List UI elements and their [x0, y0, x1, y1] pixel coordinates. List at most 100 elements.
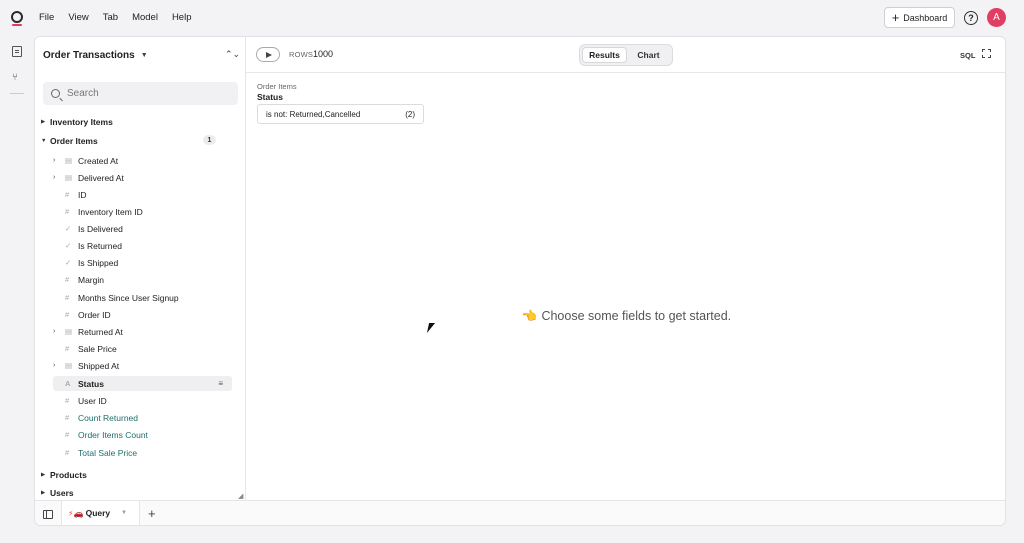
caret-down-icon: ▼ — [41, 138, 47, 144]
status-filter-pill[interactable]: is not: Returned,Cancelled (2) — [257, 104, 424, 124]
row-limit-value[interactable]: 1000 — [313, 49, 333, 59]
fullscreen-icon[interactable] — [982, 49, 991, 58]
field-status[interactable]: A Status ≡ — [53, 376, 232, 391]
number-icon: # — [65, 413, 70, 422]
field-label: Inventory Item ID — [78, 206, 143, 217]
filter-icon[interactable]: ≡ — [218, 379, 223, 388]
tab-chart[interactable]: Chart — [627, 47, 670, 63]
field-is-shipped[interactable]: ✓ Is Shipped — [53, 255, 233, 270]
dashboard-label: Dashboard — [903, 12, 948, 23]
explore-selector[interactable]: Order Transactions ▼ — [43, 50, 148, 61]
chevron-right-icon[interactable]: › — [53, 328, 65, 335]
field-search — [43, 82, 238, 105]
number-icon: # — [65, 190, 70, 199]
field-user-id[interactable]: # User ID — [53, 393, 233, 408]
view-users[interactable]: ▶ Users — [41, 486, 216, 500]
view-products[interactable]: ▶ Products — [41, 468, 216, 482]
field-label: Status — [78, 378, 104, 389]
plus-icon: + — [891, 9, 900, 25]
rail-divider — [10, 93, 24, 94]
field-label: Total Sale Price — [78, 447, 138, 458]
resize-handle[interactable]: ◢ — [238, 492, 243, 500]
play-icon — [265, 51, 272, 58]
chevron-right-icon[interactable]: › — [53, 362, 65, 369]
field-months-since-user-signup[interactable]: # Months Since User Signup — [53, 290, 233, 305]
chevron-down-icon[interactable]: ▼ — [121, 510, 127, 516]
field-delivered-at[interactable]: › ▤ Delivered At — [53, 170, 233, 185]
string-icon: A — [65, 379, 71, 388]
field-is-delivered[interactable]: ✓ Is Delivered — [53, 221, 233, 236]
help-icon[interactable]: ? — [964, 11, 978, 25]
menu-model[interactable]: Model — [132, 12, 158, 23]
field-label: Created At — [78, 155, 119, 166]
file-icon[interactable] — [12, 46, 22, 57]
field-id[interactable]: # ID — [53, 187, 233, 202]
field-label: Order Items Count — [78, 429, 148, 440]
filter-field-name: Status — [257, 92, 283, 102]
view-label: Inventory Items — [50, 117, 113, 127]
menu-file[interactable]: File — [39, 12, 54, 23]
field-label: Is Shipped — [78, 257, 119, 268]
measure-count-returned[interactable]: # Count Returned — [53, 410, 233, 425]
filter-view-name: Order Items — [257, 82, 297, 91]
check-icon: ✓ — [65, 224, 72, 233]
measure-total-sale-price[interactable]: # Total Sale Price — [53, 445, 233, 460]
explore-title: Order Transactions — [43, 50, 135, 61]
number-icon: # — [65, 293, 70, 302]
rows-label: ROWS — [289, 50, 314, 59]
filter-value-count: (2) — [405, 109, 415, 119]
collapse-all-icon[interactable]: ⌃⌄ — [225, 49, 240, 60]
field-label: Months Since User Signup — [78, 292, 179, 303]
view-inventory-items[interactable]: ▶ Inventory Items — [41, 115, 216, 129]
number-icon: # — [65, 344, 70, 353]
number-icon: # — [65, 396, 70, 405]
field-created-at[interactable]: › ▤ Created At — [53, 153, 233, 168]
caret-down-icon: ▼ — [140, 52, 148, 59]
field-margin[interactable]: # Margin — [53, 272, 233, 287]
view-mode-toggle: Results Chart — [579, 44, 673, 66]
add-tab-button[interactable]: + — [148, 506, 156, 521]
add-dashboard-button[interactable]: + Dashboard — [884, 7, 955, 28]
field-inventory-item-id[interactable]: # Inventory Item ID — [53, 204, 233, 219]
empty-state-message: 👈 Choose some fields to get started. — [246, 309, 1005, 324]
git-branch-icon[interactable]: ⑂ — [12, 72, 22, 83]
search-input[interactable] — [67, 88, 227, 99]
filter-header: Order Items Status — [257, 82, 297, 102]
measure-order-items-count[interactable]: # Order Items Count — [53, 427, 233, 442]
menu-tab[interactable]: Tab — [103, 12, 118, 23]
field-returned-at[interactable]: › ▤ Returned At — [53, 324, 233, 339]
view-label: Products — [50, 470, 87, 480]
tab-query[interactable]: ⚡🚗 Query ▼ — [61, 501, 140, 525]
field-label: Order ID — [78, 309, 111, 320]
number-icon: # — [65, 448, 70, 457]
chevron-right-icon[interactable]: › — [53, 174, 65, 181]
pointing-hand-icon: 👈 — [521, 309, 538, 323]
run-query-button[interactable] — [256, 47, 280, 62]
field-order-id[interactable]: # Order ID — [53, 307, 233, 322]
sql-button[interactable]: SQL — [960, 51, 975, 60]
field-shipped-at[interactable]: › ▤ Shipped At — [53, 358, 233, 373]
field-sale-price[interactable]: # Sale Price — [53, 341, 233, 356]
view-label: Users — [50, 488, 74, 498]
field-label: Sale Price — [78, 343, 117, 354]
tab-results[interactable]: Results — [582, 47, 627, 63]
menu-view[interactable]: View — [68, 12, 88, 23]
field-label: Is Delivered — [78, 223, 123, 234]
field-label: Delivered At — [78, 172, 124, 183]
app-logo-icon[interactable] — [11, 11, 23, 26]
number-icon: # — [65, 430, 70, 439]
caret-right-icon: ▶ — [41, 119, 46, 125]
filter-expression: is not: Returned,Cancelled — [266, 109, 361, 119]
field-is-returned[interactable]: ✓ Is Returned — [53, 238, 233, 253]
chevron-right-icon[interactable]: › — [53, 157, 65, 164]
top-bar: File View Tab Model Help + Dashboard ? A — [0, 0, 1024, 36]
field-label: Is Returned — [78, 240, 122, 251]
sidebar-toggle-icon[interactable] — [43, 510, 53, 519]
view-order-items[interactable]: ▼ Order Items 1 — [41, 134, 216, 148]
menu-help[interactable]: Help — [172, 12, 192, 23]
field-picker-sidebar: Order Transactions ▼ ⌃⌄ ▶ Inventory Item… — [35, 37, 246, 500]
user-avatar[interactable]: A — [987, 8, 1006, 27]
number-icon: # — [65, 275, 70, 284]
workspace-panel: Order Transactions ▼ ⌃⌄ ▶ Inventory Item… — [34, 36, 1006, 526]
menu-bar: File View Tab Model Help — [39, 12, 205, 23]
